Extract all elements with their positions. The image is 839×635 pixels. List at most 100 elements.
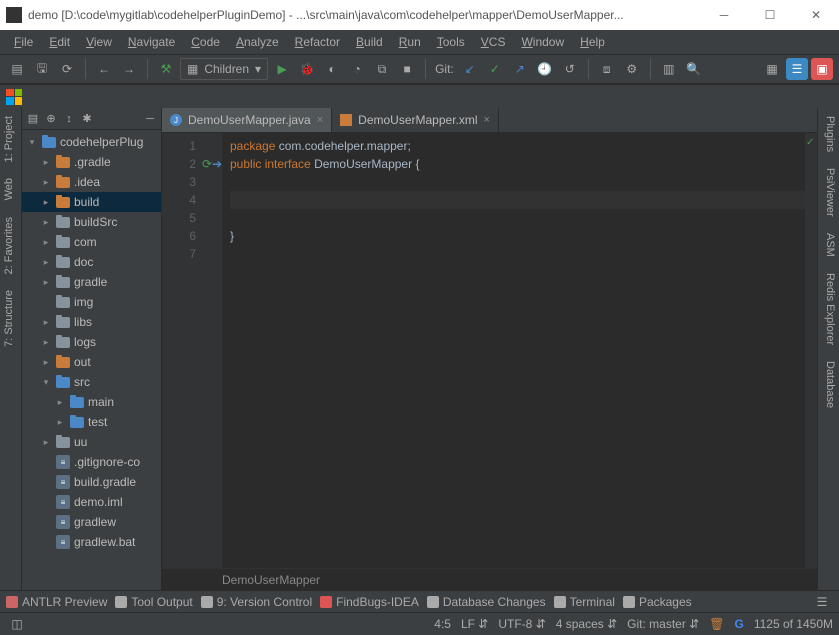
left-tool-web[interactable]: Web (0, 170, 21, 208)
tree-item-uu[interactable]: ▸uu (22, 432, 161, 452)
git-push-icon[interactable]: ↗ (509, 58, 531, 80)
menu-window[interactable]: Window (513, 32, 572, 52)
toolwindows-button[interactable]: ◫ (6, 613, 28, 635)
menu-refactor[interactable]: Refactor (287, 32, 348, 52)
encoding[interactable]: UTF-8 ⇵ (498, 617, 545, 631)
tool-packages[interactable]: Packages (623, 595, 692, 609)
tree-item-doc[interactable]: ▸doc (22, 252, 161, 272)
tree-item-logs[interactable]: ▸logs (22, 332, 161, 352)
tree-item--gradle[interactable]: ▸.gradle (22, 152, 161, 172)
project-tree[interactable]: ▾codehelperPlug▸.gradle▸.idea▸build▸buil… (22, 130, 161, 590)
menu-vcs[interactable]: VCS (473, 32, 514, 52)
git-pull-icon[interactable]: ↙ (459, 58, 481, 80)
tool-terminal[interactable]: Terminal (554, 595, 615, 609)
menu-view[interactable]: View (78, 32, 120, 52)
gutter-nav-icon[interactable]: ⟳➔ (202, 155, 222, 173)
tree-item-gradlew[interactable]: ≡gradlew (22, 512, 161, 532)
tree-item-img[interactable]: img (22, 292, 161, 312)
settings-icon[interactable]: ⚙ (621, 58, 643, 80)
menu-analyze[interactable]: Analyze (228, 32, 287, 52)
tab-close-icon[interactable]: × (484, 114, 490, 126)
minimize-button[interactable]: ─ (701, 0, 747, 30)
plugin-ext-button[interactable]: ▦ (761, 58, 783, 80)
tab-close-icon[interactable]: × (317, 114, 323, 126)
maximize-button[interactable]: ☐ (747, 0, 793, 30)
gc-indicator-icon[interactable]: 🗑 (709, 617, 724, 631)
menu-file[interactable]: File (6, 32, 41, 52)
marker-strip[interactable]: ✓ (805, 133, 817, 590)
menu-tools[interactable]: Tools (429, 32, 473, 52)
tree-item--idea[interactable]: ▸.idea (22, 172, 161, 192)
google-icon[interactable]: G (734, 617, 743, 631)
close-button[interactable]: ✕ (793, 0, 839, 30)
right-tool-plugins[interactable]: Plugins (818, 108, 839, 160)
right-tool-redis-explorer[interactable]: Redis Explorer (818, 265, 839, 353)
profile-button[interactable]: ◔ (346, 58, 368, 80)
tree-item-buildsrc[interactable]: ▸buildSrc (22, 212, 161, 232)
breadcrumb[interactable]: DemoUserMapper (162, 568, 817, 590)
tree-item-com[interactable]: ▸com (22, 232, 161, 252)
target-icon[interactable]: ⊕ (44, 112, 58, 126)
tree-item-libs[interactable]: ▸libs (22, 312, 161, 332)
git-branch[interactable]: Git: master ⇵ (627, 617, 699, 631)
event-log-icon[interactable]: ☰ (811, 591, 833, 613)
refresh-button[interactable]: ⟳ (56, 58, 78, 80)
extra2-icon[interactable]: ▣ (811, 58, 833, 80)
git-history-icon[interactable]: 🕘 (534, 58, 556, 80)
stop-button[interactable]: ■ (396, 58, 418, 80)
tree-item-out[interactable]: ▸out (22, 352, 161, 372)
editor-tab-demousermapper-xml[interactable]: DemoUserMapper.xml× (332, 108, 499, 132)
tree-item-test[interactable]: ▸test (22, 412, 161, 432)
tree-item-build[interactable]: ▸build (22, 192, 161, 212)
right-tool-psiviewer[interactable]: PsiViewer (818, 160, 839, 225)
menu-code[interactable]: Code (183, 32, 228, 52)
extra1-icon[interactable]: ☰ (786, 58, 808, 80)
layout-button[interactable]: ▥ (658, 58, 680, 80)
save-button[interactable]: 🖫 (31, 58, 53, 80)
code-editor[interactable]: package com.codehelper.mapper;public int… (222, 133, 805, 590)
open-button[interactable]: ▤ (6, 58, 28, 80)
menu-run[interactable]: Run (391, 32, 429, 52)
search-button[interactable]: 🔍 (683, 58, 705, 80)
tool-findbugs-idea[interactable]: FindBugs-IDEA (320, 595, 419, 609)
menu-navigate[interactable]: Navigate (120, 32, 183, 52)
back-button[interactable]: ← (93, 58, 115, 80)
git-commit-icon[interactable]: ✓ (484, 58, 506, 80)
menu-help[interactable]: Help (572, 32, 613, 52)
tree-item-demo-iml[interactable]: ≡demo.iml (22, 492, 161, 512)
tool-antlr-preview[interactable]: ANTLR Preview (6, 595, 107, 609)
tree-item-src[interactable]: ▾src (22, 372, 161, 392)
run-config-combo[interactable]: ▦ Children ▾ (180, 58, 268, 80)
tree-item-codehelperplug[interactable]: ▾codehelperPlug (22, 132, 161, 152)
right-tool-database[interactable]: Database (818, 353, 839, 416)
tool-9-version-control[interactable]: 9: Version Control (201, 595, 312, 609)
menu-edit[interactable]: Edit (41, 32, 78, 52)
tree-item-main[interactable]: ▸main (22, 392, 161, 412)
gear-icon[interactable]: ✱ (80, 112, 94, 126)
memory-indicator[interactable]: 1125 of 1450M (754, 617, 833, 631)
sort-icon[interactable]: ↕ (62, 112, 76, 126)
left-tool-1-project[interactable]: 1: Project (0, 108, 21, 170)
line-sep[interactable]: LF ⇵ (461, 617, 488, 631)
tree-item-build-gradle[interactable]: ≡build.gradle (22, 472, 161, 492)
tree-item-gradle[interactable]: ▸gradle (22, 272, 161, 292)
forward-button[interactable]: → (118, 58, 140, 80)
left-tool-7-structure[interactable]: 7: Structure (0, 282, 21, 355)
cursor-pos[interactable]: 4:5 (434, 617, 451, 631)
attach-button[interactable]: ⧉ (371, 58, 393, 80)
collapse-icon[interactable]: ─ (143, 112, 157, 126)
hammer-icon[interactable]: ⚒ (155, 58, 177, 80)
indent[interactable]: 4 spaces ⇵ (556, 617, 617, 631)
coverage-button[interactable]: ◐ (321, 58, 343, 80)
tree-item-gradlew-bat[interactable]: ≡gradlew.bat (22, 532, 161, 552)
tool-database-changes[interactable]: Database Changes (427, 595, 546, 609)
debug-button[interactable]: 🐞 (296, 58, 318, 80)
right-tool-asm[interactable]: ASM (818, 225, 839, 265)
git-rollback-icon[interactable]: ↺ (559, 58, 581, 80)
project-structure-button[interactable]: ⧈ (596, 58, 618, 80)
editor-tab-demousermapper-java[interactable]: JDemoUserMapper.java× (162, 108, 332, 132)
tool-tool-output[interactable]: Tool Output (115, 595, 192, 609)
run-button[interactable]: ▶ (271, 58, 293, 80)
project-scope-icon[interactable]: ▤ (26, 112, 40, 126)
menu-build[interactable]: Build (348, 32, 391, 52)
